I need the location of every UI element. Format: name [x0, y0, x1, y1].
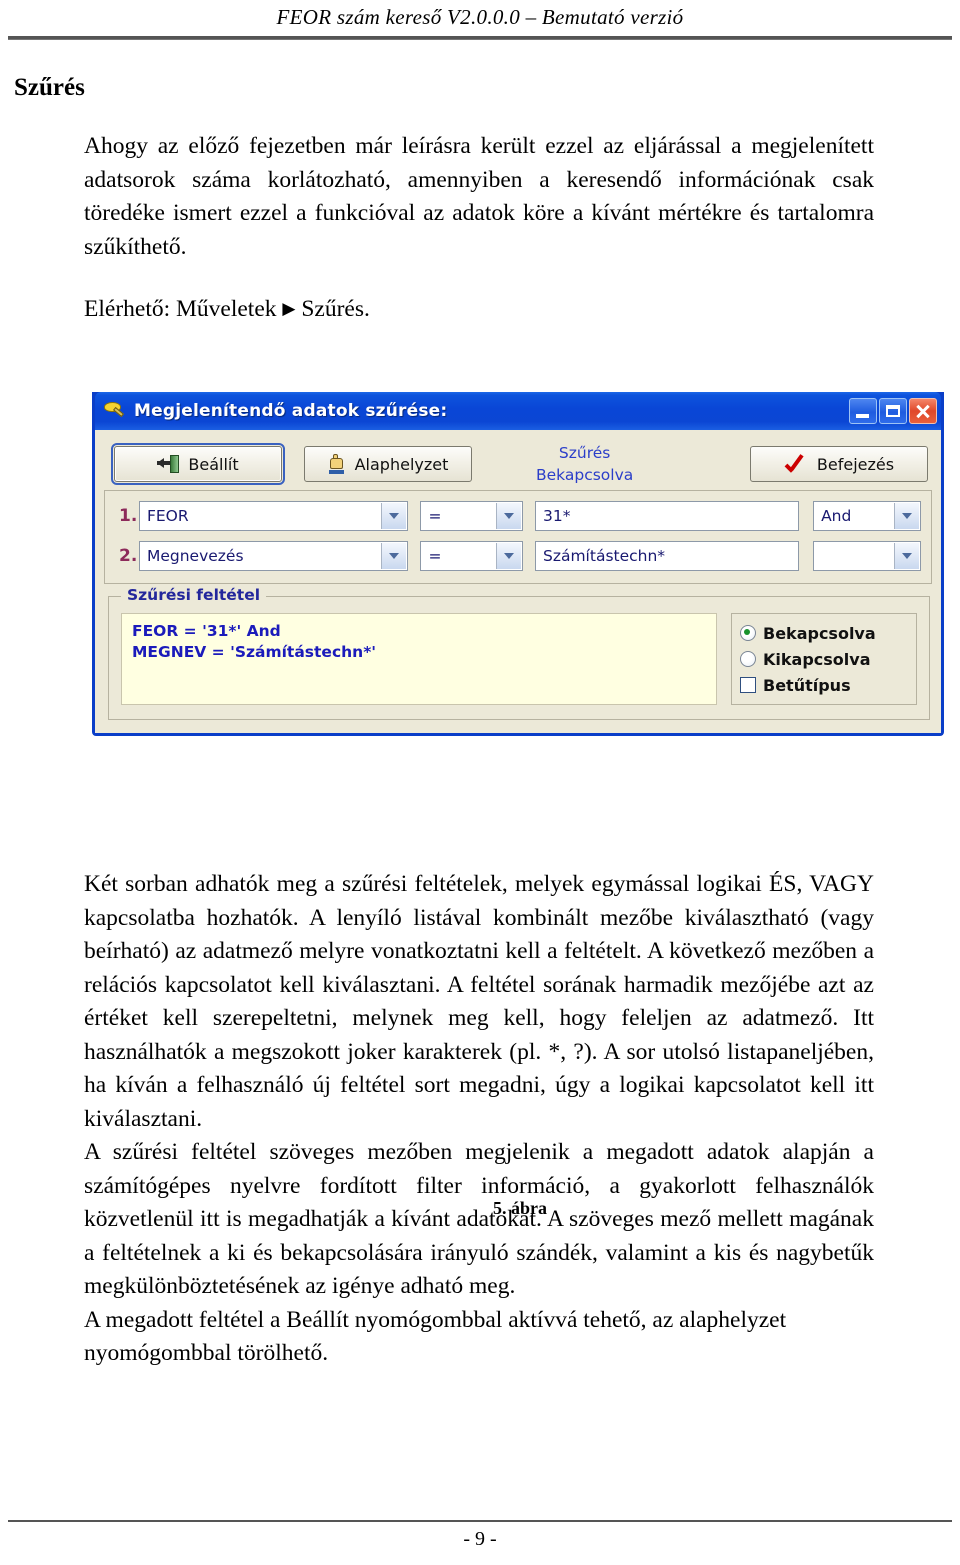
chevron-down-icon[interactable] [381, 543, 407, 569]
filter-condition-group: Szűrési feltétel FEOR = '31*' And MEGNEV… [108, 586, 930, 720]
page-footer: - 9 - [8, 1520, 952, 1551]
red-check-icon [784, 454, 808, 474]
chevron-down-icon[interactable] [894, 503, 919, 529]
intro-paragraph: Ahogy az előző fejezetben már leírásra k… [84, 133, 874, 260]
availability-line: Elérhető: Műveletek ▶ Szűrés. [84, 292, 370, 326]
window-buttons [849, 398, 937, 424]
field-combo-1-value: FEOR [146, 507, 189, 525]
paragraph-4: A megadott feltétel a Beállít nyomógombb… [84, 1306, 787, 1367]
body-text-block: Két sorban adhatók meg a szűrési feltéte… [84, 868, 874, 1371]
header-divider [8, 36, 952, 40]
chevron-down-icon[interactable] [381, 503, 407, 529]
chevron-down-icon[interactable] [495, 543, 521, 569]
operator-combo-1-value: = [428, 507, 442, 525]
paragraph-3: A szűrési feltétel szöveges mezőben megj… [84, 1139, 874, 1299]
apply-button-label: Beállít [188, 454, 239, 474]
dialog-body: Beállít Alaphelyzet Szűrés Bekapcsolva B… [95, 430, 941, 733]
filter-funnel-icon [102, 399, 126, 423]
menu-arrow-icon: ▶ [282, 299, 296, 318]
finish-button[interactable]: Befejezés [750, 446, 928, 482]
filter-row: 2. Megnevezés = Számítástechn* [115, 541, 921, 571]
logic-combo-2[interactable] [813, 541, 921, 571]
option-enabled[interactable]: Bekapcsolva [740, 620, 908, 646]
intro-block: Ahogy az előző fejezetben már leírásra k… [84, 130, 874, 264]
option-case-sensitive-label: Betűtípus [763, 675, 851, 695]
operator-combo-1[interactable]: = [420, 501, 523, 531]
dialog-title: Megjelenítendő adatok szűrése: [134, 401, 448, 421]
filter-status-title: Szűrés [558, 444, 611, 462]
radio-disabled-icon[interactable] [740, 651, 756, 667]
filter-row-number: 2. [119, 546, 138, 566]
field-combo-2-value: Megnevezés [146, 547, 244, 565]
dialog-toolbar: Beállít Alaphelyzet Szűrés Bekapcsolva B… [102, 436, 934, 488]
availability-suffix: Szűrés. [301, 296, 370, 322]
operator-combo-2-value: = [428, 547, 442, 565]
option-disabled-label: Kikapcsolva [763, 649, 871, 669]
page-number: - 9 - [463, 1528, 497, 1550]
value-input-1-value: 31* [542, 507, 571, 525]
filter-options-panel: Bekapcsolva Kikapcsolva Betűtípus [731, 613, 917, 705]
apply-button[interactable]: Beállít [111, 443, 285, 485]
maximize-icon[interactable] [879, 398, 907, 424]
page-header: FEOR szám kereső V2.0.0.0 – Bemutató ver… [0, 0, 960, 40]
value-input-2-value: Számítástechn* [542, 547, 666, 565]
option-enabled-label: Bekapcsolva [763, 623, 876, 643]
figure-filter-dialog: Megjelenítendő adatok szűrése: Beállít A… [92, 392, 948, 1218]
apply-arrow-icon [157, 455, 180, 473]
condition-textarea[interactable]: FEOR = '31*' And MEGNEV = 'Számítástechn… [121, 613, 717, 705]
operator-combo-2[interactable]: = [420, 541, 523, 571]
filter-status-value: Bekapcsolva [536, 466, 634, 484]
availability-prefix: Elérhető: Műveletek [84, 296, 277, 322]
checkbox-font-icon[interactable] [740, 677, 756, 693]
chevron-down-icon[interactable] [894, 543, 919, 569]
option-case-sensitive[interactable]: Betűtípus [740, 672, 908, 698]
minimize-icon[interactable] [849, 398, 877, 424]
chevron-down-icon[interactable] [495, 503, 521, 529]
logic-combo-1[interactable]: And [813, 501, 921, 531]
filter-row-number: 1. [119, 506, 138, 526]
page-title: Szűrés [14, 74, 85, 101]
logic-combo-1-value: And [821, 507, 852, 525]
value-input-2[interactable]: Számítástechn* [534, 541, 800, 571]
radio-enabled-icon[interactable] [740, 625, 756, 641]
reset-button[interactable]: Alaphelyzet [304, 446, 472, 482]
reset-button-label: Alaphelyzet [354, 454, 449, 474]
option-disabled[interactable]: Kikapcsolva [740, 646, 908, 672]
field-combo-2[interactable]: Megnevezés [138, 541, 409, 571]
hand-pointer-icon [328, 454, 346, 474]
filter-row: 1. FEOR = 31* And [115, 501, 921, 531]
field-combo-1[interactable]: FEOR [138, 501, 409, 531]
filter-rows-panel: 1. FEOR = 31* And 2. Megnevezés = Számít… [104, 490, 932, 584]
filter-status: Szűrés Bekapcsolva [536, 442, 633, 486]
close-icon[interactable] [909, 398, 937, 424]
filter-dialog-window: Megjelenítendő adatok szűrése: Beállít A… [92, 392, 944, 736]
paragraph-2: Két sorban adhatók meg a szűrési feltéte… [84, 871, 874, 1132]
dialog-titlebar[interactable]: Megjelenítendő adatok szűrése: [95, 392, 941, 430]
value-input-1[interactable]: 31* [534, 501, 800, 531]
finish-button-label: Befejezés [816, 454, 895, 474]
page-header-title: FEOR szám kereső V2.0.0.0 – Bemutató ver… [276, 5, 684, 29]
footer-divider [8, 1520, 952, 1522]
filter-condition-legend: Szűrési feltétel [121, 586, 267, 604]
